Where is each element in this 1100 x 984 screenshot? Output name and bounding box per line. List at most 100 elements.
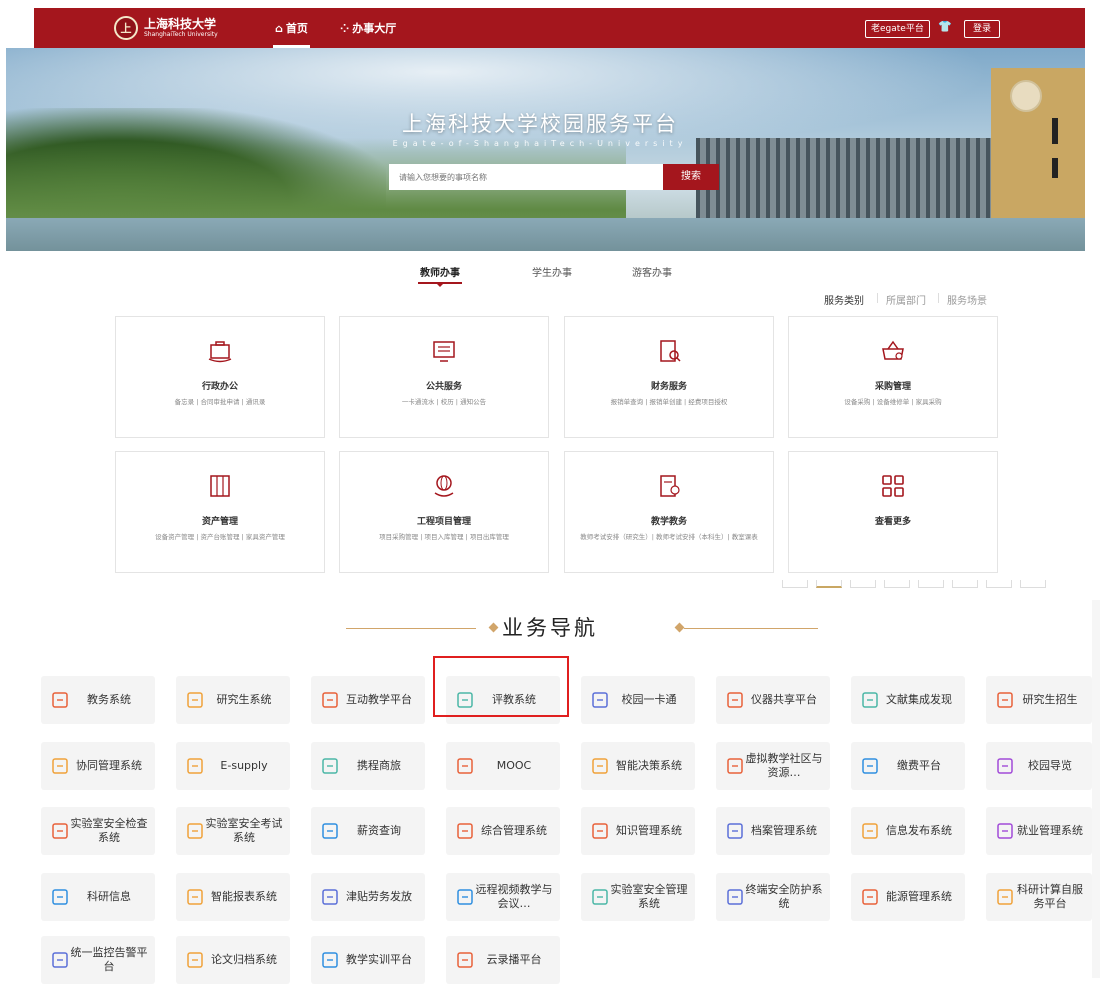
- service-tile[interactable]: 综合管理系统: [446, 807, 560, 855]
- service-tile[interactable]: 科研信息: [41, 873, 155, 921]
- category-title: 财务服务: [650, 382, 687, 392]
- service-tile[interactable]: 云录播平台: [446, 936, 560, 984]
- service-label: 能源管理系统: [886, 890, 952, 903]
- carousel-pager[interactable]: [782, 580, 1054, 588]
- tab-student[interactable]: 学生办事: [532, 264, 572, 279]
- service-tile[interactable]: 协同管理系统: [41, 742, 155, 790]
- service-tile[interactable]: 薪资查询: [311, 807, 425, 855]
- cart-icon: [882, 340, 904, 360]
- briefcase-icon: [208, 341, 232, 363]
- cloud-icon: [457, 952, 473, 968]
- tab-teacher[interactable]: 教师办事: [418, 264, 462, 287]
- shirt-icon[interactable]: 👕: [938, 20, 952, 33]
- pager-dot[interactable]: [782, 580, 808, 588]
- pager-dot[interactable]: [918, 580, 944, 588]
- service-label: 论文归档系统: [211, 953, 277, 966]
- pager-dot-active[interactable]: [816, 580, 842, 588]
- old-egate-button[interactable]: 老egate平台: [865, 20, 930, 38]
- service-tile[interactable]: 校园导览: [986, 742, 1092, 790]
- service-tile[interactable]: E-supply: [176, 742, 290, 790]
- login-button[interactable]: 登录: [964, 20, 1001, 38]
- category-title: 教学教务: [650, 517, 687, 527]
- hero-banner: [6, 48, 1085, 251]
- filter-scenario[interactable]: 服务场景: [947, 292, 987, 307]
- service-tile[interactable]: 统一监控告警平台: [41, 936, 155, 984]
- pager-dot[interactable]: [884, 580, 910, 588]
- search-input[interactable]: [389, 164, 663, 190]
- service-tile[interactable]: 能源管理系统: [851, 873, 965, 921]
- service-tile[interactable]: 实验室安全管理系统: [581, 873, 695, 921]
- pager-dot[interactable]: [986, 580, 1012, 588]
- category-card-teaching[interactable]: 教学教务 教师考试安排（研究生）| 教师考试安排（本科生）| 教室课表: [564, 451, 774, 573]
- research-icon: [52, 889, 68, 905]
- category-title: 查看更多: [874, 517, 911, 527]
- service-tile[interactable]: 研究生招生: [986, 676, 1092, 724]
- service-tile[interactable]: 津贴劳务发放: [311, 873, 425, 921]
- service-tile[interactable]: 仪器共享平台: [716, 676, 830, 724]
- supply-icon: [187, 758, 203, 774]
- category-card-public[interactable]: 公共服务 一卡通流水 | 校历 | 通知公告: [339, 316, 549, 438]
- service-tile[interactable]: 研究生系统: [176, 676, 290, 724]
- service-tile[interactable]: 智能决策系统: [581, 742, 695, 790]
- service-tile[interactable]: 互动教学平台: [311, 676, 425, 724]
- energy-icon: [862, 889, 878, 905]
- service-tile[interactable]: MOOC: [446, 742, 560, 790]
- service-tile[interactable]: 教务系统: [41, 676, 155, 724]
- logo-chinese-name: 上海科技大学: [144, 16, 217, 31]
- category-card-more[interactable]: 查看更多: [788, 451, 998, 573]
- service-label: 档案管理系统: [751, 824, 817, 837]
- filter-service-type[interactable]: 服务类别: [824, 292, 864, 307]
- service-tile[interactable]: 实验室安全检查系统: [41, 807, 155, 855]
- service-tile[interactable]: 论文归档系统: [176, 936, 290, 984]
- nav-home[interactable]: ⌂ 首页: [273, 8, 310, 48]
- service-tile[interactable]: 智能报表系统: [176, 873, 290, 921]
- service-tile[interactable]: 文献集成发现: [851, 676, 965, 724]
- document-icon: [862, 692, 878, 708]
- service-tile[interactable]: 科研计算自服务平台: [986, 873, 1092, 921]
- service-tile[interactable]: 终端安全防护系统: [716, 873, 830, 921]
- category-desc: 备忘录 | 合同审批申请 | 通讯录: [174, 398, 266, 406]
- tab-visitor[interactable]: 游客办事: [632, 264, 672, 279]
- service-label: 统一监控告警平台: [70, 946, 148, 973]
- top-bar: 上 上海科技大学 ShanghaiTech University ⌂ 首页 ⁘ …: [34, 8, 1085, 48]
- publish-icon: [862, 823, 878, 839]
- service-label: 实验室安全考试系统: [205, 817, 283, 844]
- service-tile[interactable]: 就业管理系统: [986, 807, 1092, 855]
- video-icon: [457, 889, 473, 905]
- pager-dot[interactable]: [1020, 580, 1046, 588]
- nav-service-hall[interactable]: ⁘ 办事大厅: [340, 8, 396, 48]
- service-tile[interactable]: 远程视频教学与会议…: [446, 873, 560, 921]
- nav-service-hall-label: 办事大厅: [352, 22, 397, 35]
- service-tile[interactable]: 知识管理系统: [581, 807, 695, 855]
- service-label: 智能报表系统: [211, 890, 277, 903]
- university-logo[interactable]: 上 上海科技大学 ShanghaiTech University: [114, 14, 264, 42]
- service-tile[interactable]: 实验室安全考试系统: [176, 807, 290, 855]
- search-button[interactable]: 搜索: [663, 164, 719, 190]
- service-tile[interactable]: 校园一卡通: [581, 676, 695, 724]
- lake: [6, 218, 1085, 251]
- service-tile[interactable]: 信息发布系统: [851, 807, 965, 855]
- service-tile[interactable]: 缴费平台: [851, 742, 965, 790]
- category-card-asset[interactable]: 资产管理 设备资产管理 | 资产台账管理 | 家具资产管理: [115, 451, 325, 573]
- tower-seal-icon: [1010, 80, 1042, 112]
- service-label: E-supply: [220, 759, 268, 772]
- pager-dot[interactable]: [952, 580, 978, 588]
- service-label: 薪资查询: [357, 824, 401, 837]
- pager-dot[interactable]: [850, 580, 876, 588]
- scrollbar[interactable]: [1092, 600, 1100, 978]
- category-card-purchase[interactable]: 采购管理 设备采购 | 设备维修单 | 家具采购: [788, 316, 998, 438]
- service-tile[interactable]: 携程商旅: [311, 742, 425, 790]
- instrument-icon: [727, 692, 743, 708]
- filter-department[interactable]: 所属部门: [886, 292, 926, 307]
- service-label: 实验室安全检查系统: [70, 817, 148, 844]
- diamond-ornament: [674, 622, 685, 633]
- service-tile[interactable]: 虚拟教学社区与资源…: [716, 742, 830, 790]
- category-title: 资产管理: [201, 517, 238, 527]
- category-card-admin[interactable]: 行政办公 备忘录 | 合同审批申请 | 通讯录: [115, 316, 325, 438]
- category-card-engineering[interactable]: 工程项目管理 项目采购管理 | 项目入库管理 | 项目出库管理: [339, 451, 549, 573]
- service-tile[interactable]: 教学实训平台: [311, 936, 425, 984]
- service-tile[interactable]: 档案管理系统: [716, 807, 830, 855]
- service-label: 知识管理系统: [616, 824, 682, 837]
- category-card-finance[interactable]: 财务服务 报销单查询 | 报销单创建 | 经费项目授权: [564, 316, 774, 438]
- service-label: 云录播平台: [486, 953, 542, 966]
